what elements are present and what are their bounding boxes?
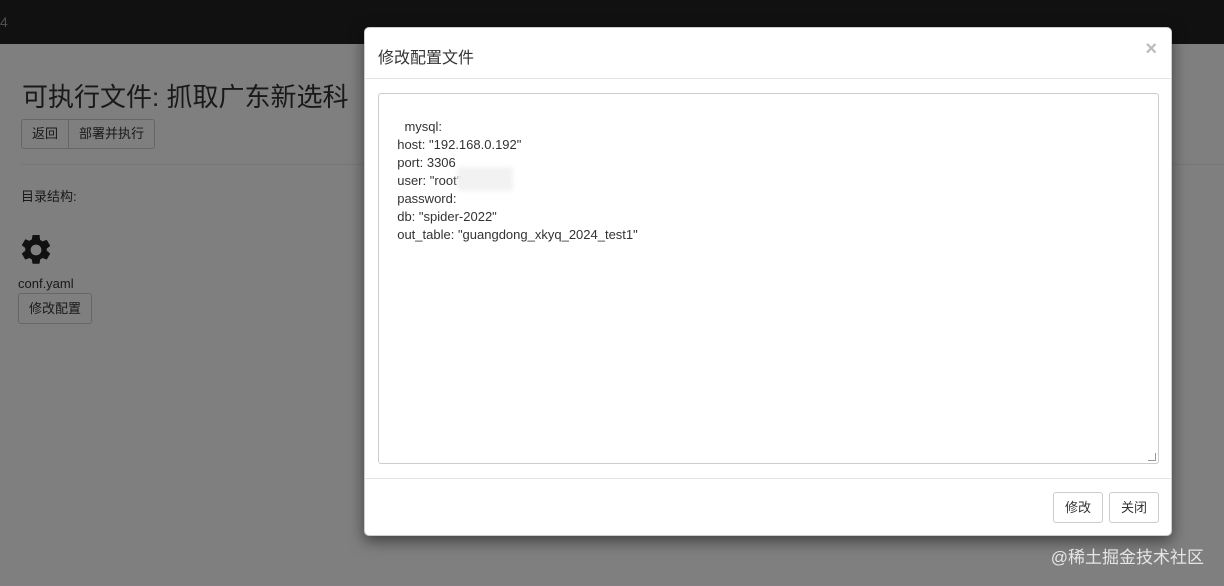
close-icon[interactable]: × xyxy=(1145,39,1157,59)
edit-config-modal: 修改配置文件 × mysql: host: "192.168.0.192" po… xyxy=(364,27,1172,536)
modify-button[interactable]: 修改 xyxy=(1053,492,1104,523)
resize-handle-icon[interactable] xyxy=(1148,453,1156,461)
config-textarea[interactable]: mysql: host: "192.168.0.192" port: 3306 … xyxy=(378,93,1159,464)
config-text: mysql: host: "192.168.0.192" port: 3306 … xyxy=(397,119,638,242)
close-button[interactable]: 关闭 xyxy=(1109,492,1160,523)
modal-title: 修改配置文件 xyxy=(378,50,475,67)
modal-header: 修改配置文件 × xyxy=(365,28,1171,79)
redacted-password-mask xyxy=(457,167,513,191)
modal-footer: 修改 关闭 xyxy=(365,478,1171,537)
watermark: @稀土掘金技术社区 xyxy=(1050,548,1204,567)
